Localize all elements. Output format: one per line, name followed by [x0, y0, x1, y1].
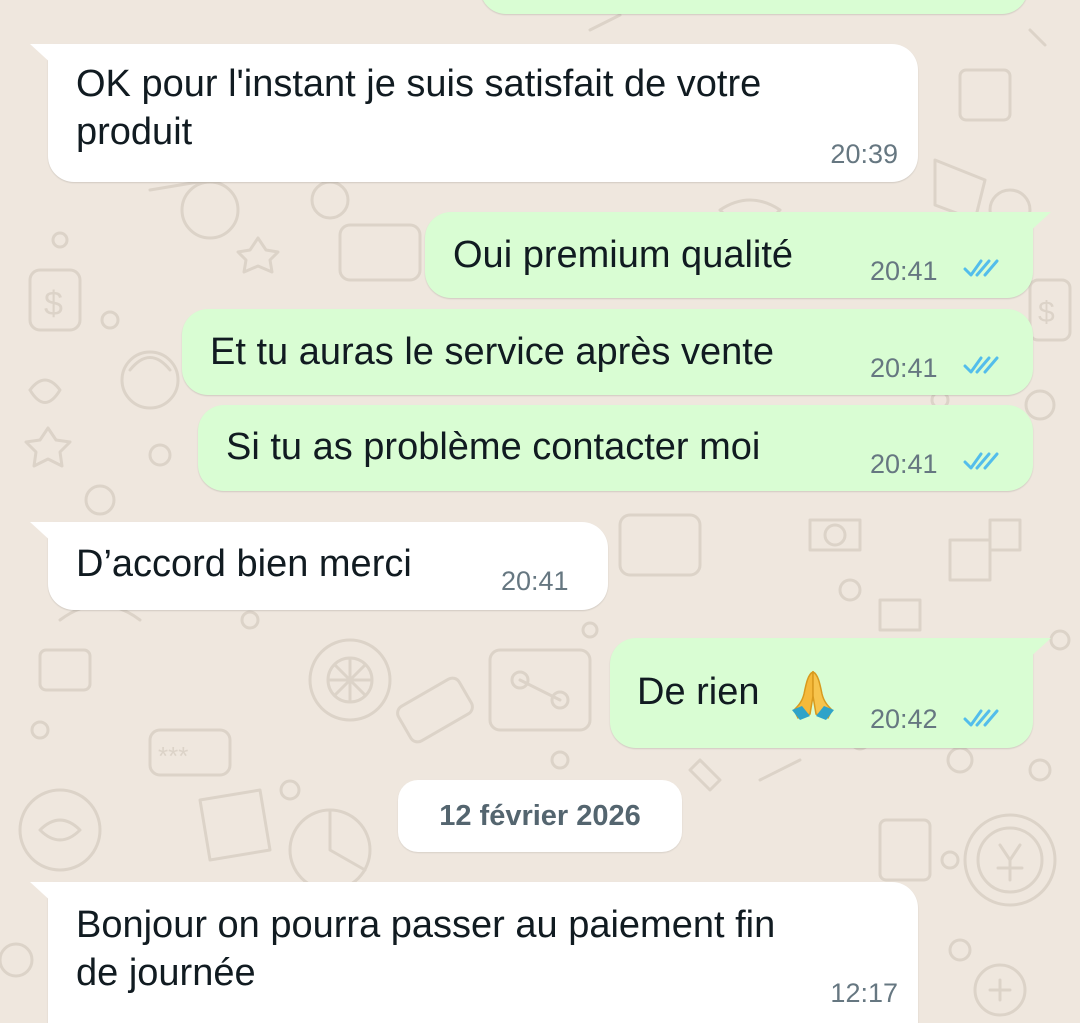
message-text: Oui premium qualité [453, 234, 794, 276]
message-timestamp: 20:42 [870, 704, 938, 734]
message-bubble-incoming[interactable]: Bonjour on pourra passer au paiement fin… [48, 882, 918, 1023]
message-timestamp: 20:41 [870, 353, 938, 383]
read-receipt-double-check-icon [963, 356, 999, 374]
chat-message-list[interactable]: OK pour l'instant je suis satisfait de v… [0, 0, 1080, 1023]
message-text: D’accord bien merci [76, 543, 412, 585]
folded-hands-emoji-icon [792, 670, 834, 720]
message-timestamp: 20:41 [501, 566, 569, 596]
read-receipt-double-check-icon [963, 709, 999, 727]
bubble-tail-incoming [30, 522, 54, 544]
message-timestamp: 12:17 [830, 978, 898, 1008]
read-receipt-double-check-icon [963, 452, 999, 470]
bubble-tail-outgoing [1027, 212, 1051, 234]
bubble-tail-incoming [30, 44, 54, 66]
message-text: OK pour l'instant je suis satisfait de v… [76, 63, 762, 105]
bubble-tail-incoming [30, 882, 54, 904]
message-bubble-outgoing[interactable]: Oui premium qualité 20:41 [425, 212, 1033, 298]
bubble-tail-outgoing [1027, 638, 1051, 660]
message-bubble-incoming[interactable]: OK pour l'instant je suis satisfait de v… [48, 44, 918, 182]
date-separator: 12 février 2026 [398, 780, 682, 852]
message-bubble-outgoing[interactable]: De rien 20:42 [610, 638, 1033, 748]
message-timestamp: 20:41 [870, 449, 938, 479]
message-bubble-outgoing[interactable]: Si tu as problème contacter moi 20:41 [198, 405, 1033, 491]
message-text: De rien [637, 671, 760, 713]
message-timestamp: 20:41 [870, 256, 938, 286]
message-text: Et tu auras le service après vente [210, 331, 774, 373]
message-bubble-outgoing-partial[interactable] [480, 0, 1028, 14]
message-text: de journée [76, 952, 256, 994]
message-text: produit [76, 111, 193, 153]
message-text: Si tu as problème contacter moi [226, 426, 761, 468]
message-bubble-outgoing[interactable]: Et tu auras le service après vente 20:41 [182, 309, 1033, 395]
message-timestamp: 20:39 [830, 139, 898, 169]
message-text: Bonjour on pourra passer au paiement fin [76, 904, 776, 946]
read-receipt-double-check-icon [963, 259, 999, 277]
message-bubble-incoming[interactable]: D’accord bien merci 20:41 [48, 522, 608, 610]
